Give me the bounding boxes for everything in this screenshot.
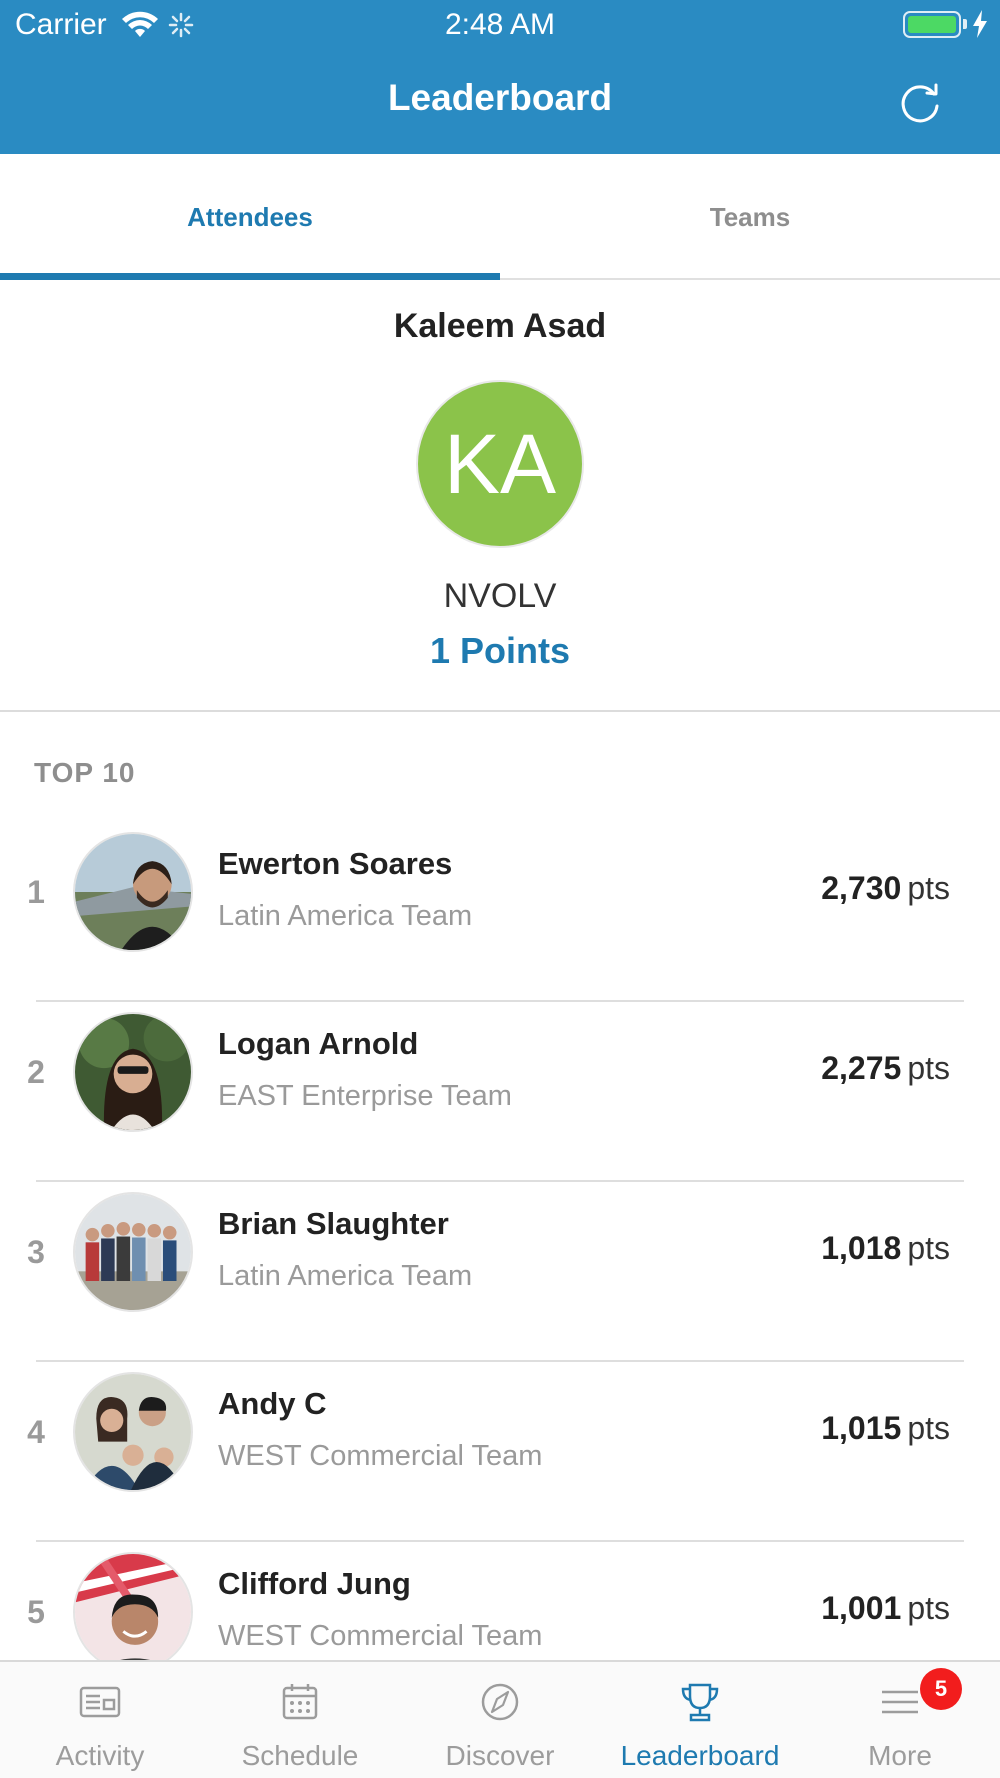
trophy-icon (681, 1683, 719, 1722)
calendar-icon (282, 1684, 318, 1720)
tab-attendees[interactable]: Attendees (0, 154, 500, 280)
nav-leaderboard[interactable]: Leaderboard (600, 1662, 800, 1778)
attendee-points: 1,015 pts (821, 1410, 950, 1447)
tab-bar: Activity Schedule Discover Leaderboard 5… (0, 1660, 1000, 1778)
points-value: 1,018 (821, 1230, 902, 1266)
rank-number: 3 (27, 1234, 45, 1270)
tab-active-indicator (0, 273, 500, 280)
refresh-icon[interactable] (894, 76, 946, 128)
avatar (73, 1012, 193, 1132)
leaderboard-row[interactable]: 1 Ewerton Soares Latin America Team 2,73… (0, 822, 1000, 1002)
nav-schedule[interactable]: Schedule (200, 1662, 400, 1778)
nav-label: Leaderboard (620, 1740, 780, 1771)
points-unit: pts (907, 1590, 950, 1626)
attendee-points: 1,018 pts (821, 1230, 950, 1267)
nav-more[interactable]: 5 More (800, 1662, 1000, 1778)
points-unit: pts (907, 1230, 950, 1266)
nav-activity[interactable]: Activity (0, 1662, 200, 1778)
rank-number: 4 (27, 1414, 45, 1450)
nav-label: More (868, 1740, 932, 1771)
attendee-team: WEST Commercial Team (218, 1620, 543, 1652)
avatar (73, 1192, 193, 1312)
attendee-team: Latin America Team (218, 900, 473, 932)
points-unit: pts (907, 1410, 950, 1446)
attendee-points: 2,730 pts (821, 870, 950, 907)
attendee-team: Latin America Team (218, 1260, 473, 1292)
leaderboard-row[interactable]: 4 Andy C WEST Commercial Team 1,015 pts (0, 1362, 1000, 1542)
notification-badge: 5 (920, 1668, 962, 1710)
battery-level (908, 16, 956, 33)
points-value: 2,275 (821, 1050, 902, 1086)
attendee-name: Andy C (218, 1386, 327, 1421)
attendee-name: Clifford Jung (218, 1566, 411, 1601)
attendee-points: 1,001 pts (821, 1590, 950, 1627)
points-value: 1,015 (821, 1410, 902, 1446)
tab-teams[interactable]: Teams (500, 154, 1000, 280)
rank-number: 5 (27, 1594, 45, 1630)
avatar-photo (75, 1194, 191, 1310)
charging-bolt-icon (973, 10, 987, 38)
avatar (73, 832, 193, 952)
current-user-name: Kaleem Asad (393, 307, 607, 345)
avatar-photo (75, 1554, 191, 1670)
attendee-name: Brian Slaughter (218, 1206, 449, 1241)
rank-number: 2 (27, 1054, 45, 1090)
avatar-photo (75, 1374, 191, 1490)
rank-number: 1 (27, 874, 45, 910)
attendee-team: WEST Commercial Team (218, 1440, 543, 1472)
current-user-points: 1 Points (429, 630, 571, 671)
points-unit: pts (907, 870, 950, 906)
nav-label: Activity (55, 1740, 145, 1771)
current-user-team: NVOLV (443, 577, 557, 615)
page-title: Leaderboard (387, 77, 613, 118)
nav-label: Discover (445, 1740, 555, 1771)
attendee-name: Logan Arnold (218, 1026, 419, 1061)
avatar-photo (75, 1014, 191, 1130)
points-unit: pts (907, 1050, 950, 1086)
segment-tabs: Attendees Teams (0, 154, 1000, 280)
attendee-team: EAST Enterprise Team (218, 1080, 512, 1112)
current-user-avatar[interactable]: KA (416, 380, 584, 548)
menu-icon (882, 1690, 918, 1714)
leaderboard-row[interactable]: 2 Logan Arnold EAST Enterprise Team 2,27… (0, 1002, 1000, 1182)
section-title: TOP 10 (34, 757, 136, 788)
battery-tip (963, 19, 967, 29)
battery-icon (903, 11, 961, 38)
attendee-points: 2,275 pts (821, 1050, 950, 1087)
status-bar: Carrier 2:48 AM (0, 0, 1000, 50)
status-time: 2:48 AM (444, 8, 556, 41)
leaderboard-row[interactable]: 3 Brian Slaughter Latin America Team 1,0… (0, 1182, 1000, 1362)
points-value: 1,001 (821, 1590, 902, 1626)
app-header: Carrier 2:48 AM Leaderboard (0, 0, 1000, 154)
avatar (73, 1552, 193, 1672)
attendee-name: Ewerton Soares (218, 846, 453, 881)
nav-discover[interactable]: Discover (400, 1662, 600, 1778)
compass-icon (481, 1683, 519, 1721)
current-user-card: Kaleem Asad KA NVOLV 1 Points (0, 280, 1000, 712)
nav-label: Schedule (241, 1740, 359, 1771)
points-value: 2,730 (821, 870, 902, 906)
avatar-photo (75, 834, 191, 950)
avatar (73, 1372, 193, 1492)
activity-icon (79, 1686, 121, 1718)
